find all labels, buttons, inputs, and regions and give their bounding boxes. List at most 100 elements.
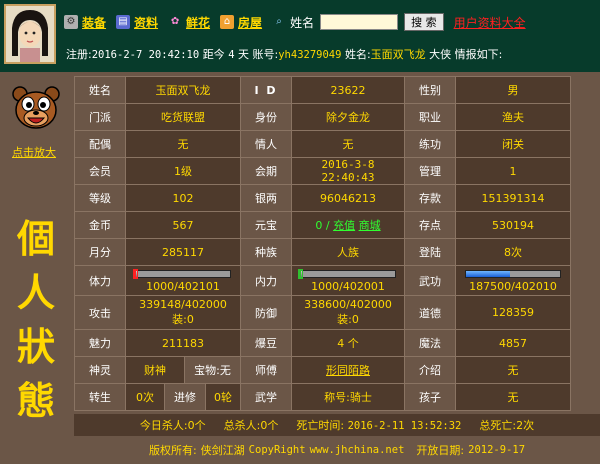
total-deaths: 总死亡:2次 [479, 419, 535, 432]
name-label-cell: 姓名 [74, 76, 126, 104]
martial-bar [465, 269, 561, 278]
nav-house-link[interactable]: 房屋 [238, 14, 262, 31]
stamina-cell: 1000/402101 [125, 265, 241, 296]
name-value: 玉面双飞龙 [125, 76, 241, 104]
kills-today: 今日杀人:0个 [139, 419, 206, 432]
status-line: 注册:2016-2-7 20:42:10 距今 4 天 账号:yh4327904… [66, 46, 502, 62]
open-date-label: 开放日期: [416, 444, 465, 457]
beans-label: 爆豆 [240, 329, 292, 357]
inner-power-cell: 1000/402001 [291, 265, 405, 296]
master-label: 师傅 [240, 356, 292, 384]
beans-value: 4 个 [291, 329, 405, 357]
stamina-value: 1000/402101 [146, 279, 220, 293]
top-header: ⚙ 装备 ▤ 资料 ✿ 鲜花 ⌂ 房屋 ⌕ 姓名 搜 索 用户资料大全 注册:2… [0, 0, 600, 72]
top-nav: ⚙ 装备 ▤ 资料 ✿ 鲜花 ⌂ 房屋 ⌕ 姓名 搜 索 用户资料大全 [64, 12, 532, 32]
table-row: 攻击 339148/402000 装:0 防御 338600/402000 装:… [74, 295, 571, 330]
left-panel: 点击放大 個人狀態 [0, 72, 72, 464]
job-label: 职业 [404, 103, 456, 131]
defense-label: 防御 [240, 295, 292, 330]
death-time: 死亡时间: 2016-2-11 13:52:32 [296, 417, 461, 433]
race-label: 种族 [240, 238, 292, 266]
table-row: 神灵 财神 宝物: 无 师傅 形同陌路 介绍 无 [74, 356, 571, 384]
account-label: 账号: [252, 48, 279, 61]
inner-power-bar [298, 268, 396, 279]
id-label: I D [240, 76, 292, 104]
search-button[interactable]: 搜 索 [404, 13, 444, 31]
enlarge-link[interactable]: 点击放大 [12, 144, 56, 160]
rebirth-value: 0次 [136, 391, 154, 404]
table-row: 魅力 211183 爆豆 4 个 魔法 4857 [74, 329, 571, 357]
magic-label: 魔法 [404, 329, 456, 357]
flower-icon: ✿ [170, 16, 180, 27]
personal-status-title: 個人狀態 [16, 216, 55, 423]
treasure-cell: 宝物: 无 [184, 357, 240, 383]
nav-info-link[interactable]: 资料 [134, 14, 158, 31]
master-link[interactable]: 形同陌路 [326, 364, 370, 377]
children-value: 无 [455, 383, 571, 411]
sect-label: 门派 [74, 103, 126, 131]
nav-flowers-link[interactable]: 鲜花 [186, 14, 210, 31]
avatar-portrait-icon [6, 6, 54, 62]
job-value: 渔夫 [455, 103, 571, 131]
player-title: 大侠 [429, 48, 452, 61]
vip-expire-value: 2016-3-8 22:40:43 [291, 157, 405, 185]
rebirth-cell: 0次 进修 0轮 [125, 383, 241, 411]
all-users-link[interactable]: 用户资料大全 [454, 14, 526, 31]
since-unit: 天 [238, 48, 250, 61]
login-label: 登陆 [404, 238, 456, 266]
vip-label: 会员 [74, 157, 126, 185]
skills-label: 武学 [240, 383, 292, 411]
since-label: 距今 [202, 48, 225, 61]
attack-label: 攻击 [74, 295, 126, 330]
vip-expire-label: 会期 [240, 157, 292, 185]
search-icon: ⌕ [276, 16, 282, 27]
inner-power-value: 1000/402001 [311, 279, 385, 293]
open-date-value: 2012-9-17 [468, 444, 526, 456]
martial-value: 187500/402010 [469, 279, 557, 293]
table-row: 配偶 无 情人 无 练功 闭关 [74, 130, 571, 158]
charm-value: 211183 [125, 329, 241, 357]
spouse-value: 无 [125, 130, 241, 158]
deposit-label: 存款 [404, 184, 456, 212]
recharge-link[interactable]: 充值 [333, 219, 355, 232]
gold-label: 金币 [74, 211, 126, 239]
copyright-right: CopyRight [248, 444, 306, 456]
account-id: yh43279049 [278, 49, 342, 61]
deity-value: 财神 [144, 364, 166, 377]
gold-value: 567 [125, 211, 241, 239]
table-row: 会员 1级 会期 2016-3-8 22:40:43 管理 1 [74, 157, 571, 185]
site-url: www.jhchina.net [309, 444, 405, 456]
martial-label: 武功 [404, 265, 456, 296]
kill-stats-bar: 今日杀人:0个 总杀人:0个 死亡时间: 2016-2-11 13:52:32 … [74, 414, 600, 436]
points-value: 530194 [455, 211, 571, 239]
charm-label: 魅力 [74, 329, 126, 357]
avatar[interactable] [4, 4, 56, 64]
reg-label: 注册: [66, 48, 92, 61]
silver-label: 银两 [240, 184, 292, 212]
defense-value: 338600/402000 [304, 298, 392, 311]
deity-label: 神灵 [74, 356, 126, 384]
martial-cell: 187500/402010 [455, 265, 571, 296]
mall-link[interactable]: 商城 [359, 219, 381, 232]
bear-mascot-icon[interactable] [10, 84, 62, 136]
status-table: 姓名 玉面双飞龙 I D 23622 性别 男 门派 吃货联盟 身份 除夕金龙 … [74, 76, 571, 411]
table-row: 金币 567 元宝 0 / 充值 商城 存点 530194 [74, 211, 571, 239]
magic-value: 4857 [455, 329, 571, 357]
table-row: 体力 1000/402101 内力 1000/402001 武功 187500/… [74, 265, 571, 296]
since-days: 4 [228, 49, 235, 61]
training-value: 闭关 [455, 130, 571, 158]
intel-label: 情报如下: [454, 48, 503, 61]
name-search-input[interactable] [320, 14, 399, 30]
table-row: 姓名 玉面双飞龙 I D 23622 性别 男 [74, 76, 571, 104]
gender-label: 性别 [404, 76, 456, 104]
nav-equip-link[interactable]: 装备 [82, 14, 106, 31]
race-value: 人族 [291, 238, 405, 266]
attack-value: 339148/402000 [139, 298, 227, 311]
table-row: 门派 吃货联盟 身份 除夕金龙 职业 渔夫 [74, 103, 571, 131]
month-label: 月分 [74, 238, 126, 266]
table-row: 转生 0次 进修 0轮 武学 称号:骑士 孩子 无 [74, 383, 571, 411]
yuanbao-value: 0 [315, 219, 323, 232]
deity-cell: 财神 宝物: 无 [125, 356, 241, 384]
defense-cell: 338600/402000 装:0 [291, 295, 405, 330]
spouse-label: 配偶 [74, 130, 126, 158]
